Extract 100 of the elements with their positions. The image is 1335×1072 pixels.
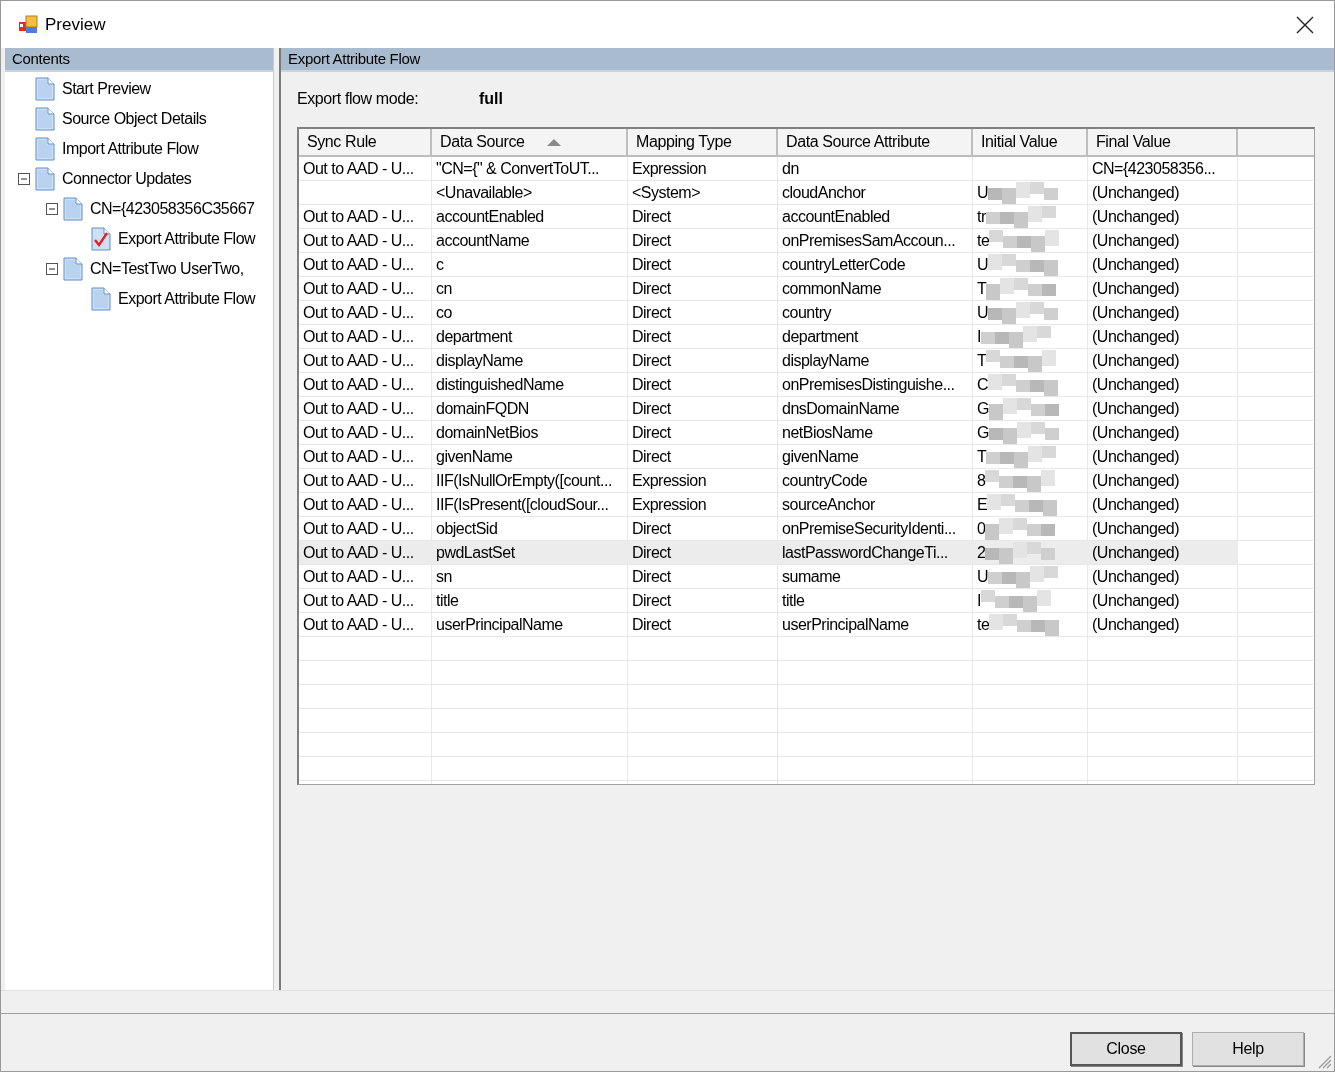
table-cell: dn [782,159,799,178]
table-cell: objectSid [436,519,498,538]
tree-item[interactable]: Start Preview [61,79,152,99]
table-cell: givenName [436,447,513,466]
table-row[interactable]: Out to AAD - U... distinguishedName Direct onPremisesDistinguishe... C (Unchanged) [299,373,1238,396]
table-cell: cloudAnchor [782,183,866,202]
document-icon [63,257,83,281]
table-cell: Out to AAD - U... [303,447,414,466]
dialog-button[interactable]: Help [1192,1031,1304,1066]
collapse-icon[interactable] [18,173,30,185]
table-cell: tr [977,207,986,226]
table-cell: Out to AAD - U... [303,615,414,634]
table-row[interactable]: Out to AAD - U... domainFQDN Direct dnsDomainName G (Unchanged) [299,397,1238,420]
table-row[interactable]: Out to AAD - U... objectSid Direct onPremiseSecurityIdenti... 0 (Unchanged) [299,517,1238,540]
table-row[interactable]: Out to AAD - U... title Direct title I (Unchanged) [299,589,1238,612]
panel-title: Export Attribute Flow [287,49,422,69]
tree-item[interactable]: Source Object Details [61,109,208,129]
table-cell: Out to AAD - U... [303,303,414,322]
table-cell: sourceAnchor [782,495,875,514]
table-row[interactable]: Out to AAD - U... displayName Direct displayName T (Unchanged) [299,349,1238,372]
close-icon [1296,15,1314,34]
resize-grip-icon[interactable] [1316,1053,1332,1069]
table-cell: U [977,567,989,586]
table-row[interactable]: Out to AAD - U... IIF(IsNullOrEmpty([count... Expression countryCode 8 (Unchanged) [299,469,1238,492]
table-cell: Out to AAD - U... [303,231,414,250]
table-cell: Direct [632,591,671,610]
tree-item[interactable]: Export Attribute Flow [117,289,257,309]
table-row[interactable]: Out to AAD - U... cn Direct commonName T (Unchanged) [299,277,1238,300]
table-row[interactable]: Out to AAD - U... userPrincipalName Direct userPrincipalName te (Unchanged) [299,613,1238,636]
table-row[interactable]: Out to AAD - U... co Direct country U (Unchanged) [299,301,1238,324]
table-cell: onPremisesDistinguishe... [782,375,955,394]
table-cell: (Unchanged) [1092,447,1179,466]
table-cell: accountEnabled [436,207,544,226]
tree-item[interactable]: Export Attribute Flow [117,229,257,249]
table-cell: country [782,303,831,322]
table-cell: title [782,591,805,610]
table-row[interactable]: Out to AAD - U... c Direct countryLetterCode U (Unchanged) [299,253,1238,276]
table-cell: Direct [632,447,671,466]
table-cell: U [977,255,989,274]
table-row[interactable]: Out to AAD - U... accountEnabled Direct accountEnabled tr (Unchanged) [299,205,1238,228]
table-cell: Out to AAD - U... [303,351,414,370]
table-cell: te [977,231,990,250]
table-cell: onPremisesSamAccoun... [782,231,956,250]
table-cell: G [977,399,989,418]
table-cell: Direct [632,351,671,370]
table-cell: userPrincipalName [782,615,909,634]
table-cell: Expression [632,159,707,178]
table-cell: Out to AAD - U... [303,399,414,418]
table-row[interactable]: Out to AAD - U... department Direct department I (Unchanged) [299,325,1238,348]
table-cell: (Unchanged) [1092,471,1179,490]
table-row[interactable]: Out to AAD - U... "CN={" & ConvertToUT... Expression dn CN={423058356... [299,157,1238,180]
table-cell: countryCode [782,471,868,490]
table-cell: onPremiseSecurityIdenti... [782,519,956,538]
document-icon [35,107,55,131]
table-cell: IIF(IsNullOrEmpty([count... [436,471,612,490]
table-cell: commonName [782,279,882,298]
tree-item[interactable]: Connector Updates [61,169,193,189]
document-icon [35,137,55,161]
tree-item[interactable]: Import Attribute Flow [61,139,200,159]
table-cell: (Unchanged) [1092,375,1179,394]
table-cell: Expression [632,471,707,490]
window-title: Preview [45,14,107,35]
table-cell: T [977,447,987,466]
table-cell: givenName [782,447,859,466]
table-cell: "CN={" & ConvertToUT... [436,159,600,178]
tree-item[interactable]: CN=TestTwo UserTwo, [89,259,245,279]
table-cell: <Unavailable> [436,183,532,202]
table-row[interactable]: Out to AAD - U... domainNetBios Direct netBiosName G (Unchanged) [299,421,1238,444]
table-cell: IIF(IsPresent([cloudSour... [436,495,609,514]
table-cell: CN={423058356... [1092,159,1216,178]
table-cell: Out to AAD - U... [303,375,414,394]
collapse-icon[interactable] [46,263,58,275]
table-cell: U [977,183,989,202]
table-cell: Direct [632,303,671,322]
table-cell: Out to AAD - U... [303,279,414,298]
table-row[interactable]: <Unavailable> <System> cloudAnchor U (Unchanged) [299,181,1238,204]
table-row[interactable]: Out to AAD - U... sn Direct sumame U (Unchanged) [299,565,1238,588]
dialog-button[interactable]: Close [1070,1031,1182,1066]
app-icon [19,14,39,35]
table-row[interactable]: Out to AAD - U... accountName Direct onPremisesSamAccoun... te (Unchanged) [299,229,1238,252]
table-cell: (Unchanged) [1092,591,1179,610]
table-cell: sn [436,567,452,586]
table-cell: displayName [436,351,523,370]
table-cell: <System> [632,183,701,202]
table-row[interactable]: Out to AAD - U... pwdLastSet Direct lastPasswordChangeTi... 2 (Unchanged) [299,541,1238,564]
table-cell: Out to AAD - U... [303,567,414,586]
table-cell: T [977,351,987,370]
table-cell: sumame [782,567,841,586]
table-row[interactable]: Out to AAD - U... givenName Direct givenName T (Unchanged) [299,445,1238,468]
table-cell: accountEnabled [782,207,890,226]
tree-item[interactable]: CN={423058356C35667 [89,199,256,219]
table-cell: Direct [632,543,671,562]
collapse-icon[interactable] [46,203,58,215]
table-row[interactable]: Out to AAD - U... IIF(IsPresent([cloudSour... Expression sourceAnchor E (Unchanged) [299,493,1238,516]
table-cell: Direct [632,279,671,298]
table-cell: (Unchanged) [1092,495,1179,514]
table-cell: c [436,255,444,274]
table-cell: (Unchanged) [1092,399,1179,418]
table-cell: Direct [632,231,671,250]
table-cell: Out to AAD - U... [303,207,414,226]
